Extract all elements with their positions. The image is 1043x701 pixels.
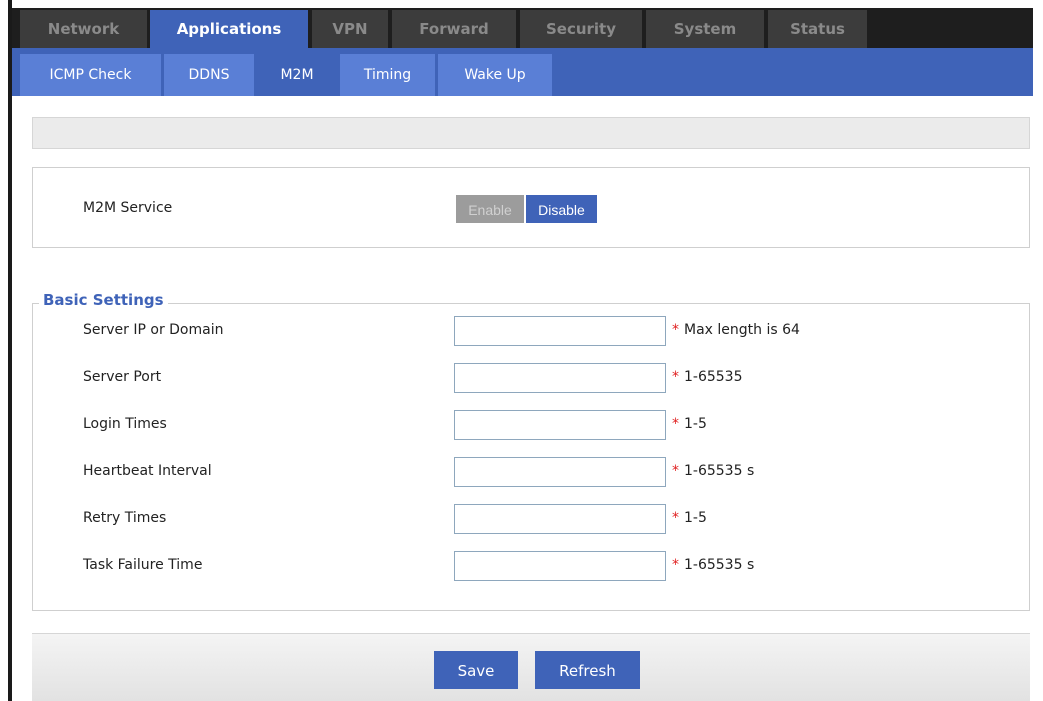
tab-network[interactable]: Network xyxy=(20,10,147,48)
task-failure-time-input[interactable] xyxy=(454,551,666,581)
required-mark: * xyxy=(672,557,679,573)
retry-times-input[interactable] xyxy=(454,504,666,534)
login-times-input[interactable] xyxy=(454,410,666,440)
status-strip xyxy=(32,117,1030,149)
footer-action-bar xyxy=(32,633,1030,701)
heartbeat-interval-hint: * 1-65535 s xyxy=(672,463,754,479)
m2m-service-label: M2M Service xyxy=(83,200,173,216)
frame-left-border xyxy=(8,0,12,701)
retry-times-hint-text: 1-5 xyxy=(684,510,707,526)
required-mark: * xyxy=(672,463,679,479)
server-ip-label: Server IP or Domain xyxy=(83,322,224,338)
retry-times-hint: * 1-5 xyxy=(672,510,707,526)
heartbeat-interval-hint-text: 1-65535 s xyxy=(684,463,755,479)
subtab-m2m[interactable]: M2M xyxy=(257,54,337,96)
subtab-icmp-check[interactable]: ICMP Check xyxy=(20,54,161,96)
task-failure-time-hint-text: 1-65535 s xyxy=(684,557,755,573)
server-port-label: Server Port xyxy=(83,369,162,385)
tab-status[interactable]: Status xyxy=(768,10,867,48)
login-times-hint: * 1-5 xyxy=(672,416,707,432)
refresh-button[interactable]: Refresh xyxy=(535,651,640,689)
save-button[interactable]: Save xyxy=(434,651,518,689)
server-ip-hint: * Max length is 64 xyxy=(672,322,800,338)
server-port-hint: * 1-65535 xyxy=(672,369,743,385)
subtab-wake-up[interactable]: Wake Up xyxy=(438,54,552,96)
server-ip-hint-text: Max length is 64 xyxy=(684,322,800,338)
subtab-timing[interactable]: Timing xyxy=(340,54,435,96)
task-failure-time-hint: * 1-65535 s xyxy=(672,557,754,573)
tab-security[interactable]: Security xyxy=(520,10,642,48)
required-mark: * xyxy=(672,322,679,338)
required-mark: * xyxy=(672,510,679,526)
disable-button[interactable]: Disable xyxy=(526,195,597,223)
tab-forward[interactable]: Forward xyxy=(392,10,516,48)
frame-left-margin xyxy=(0,0,8,701)
tab-applications[interactable]: Applications xyxy=(150,10,308,48)
required-mark: * xyxy=(672,416,679,432)
subtab-ddns[interactable]: DDNS xyxy=(164,54,254,96)
heartbeat-interval-label: Heartbeat Interval xyxy=(83,463,212,479)
login-times-hint-text: 1-5 xyxy=(684,416,707,432)
server-port-hint-text: 1-65535 xyxy=(684,369,743,385)
tab-system[interactable]: System xyxy=(646,10,764,48)
enable-button[interactable]: Enable xyxy=(456,195,524,223)
server-ip-input[interactable] xyxy=(454,316,666,346)
required-mark: * xyxy=(672,369,679,385)
tab-vpn[interactable]: VPN xyxy=(312,10,388,48)
retry-times-label: Retry Times xyxy=(83,510,167,526)
server-port-input[interactable] xyxy=(454,363,666,393)
heartbeat-interval-input[interactable] xyxy=(454,457,666,487)
login-times-label: Login Times xyxy=(83,416,167,432)
basic-settings-legend: Basic Settings xyxy=(39,291,168,309)
task-failure-time-label: Task Failure Time xyxy=(83,557,203,573)
